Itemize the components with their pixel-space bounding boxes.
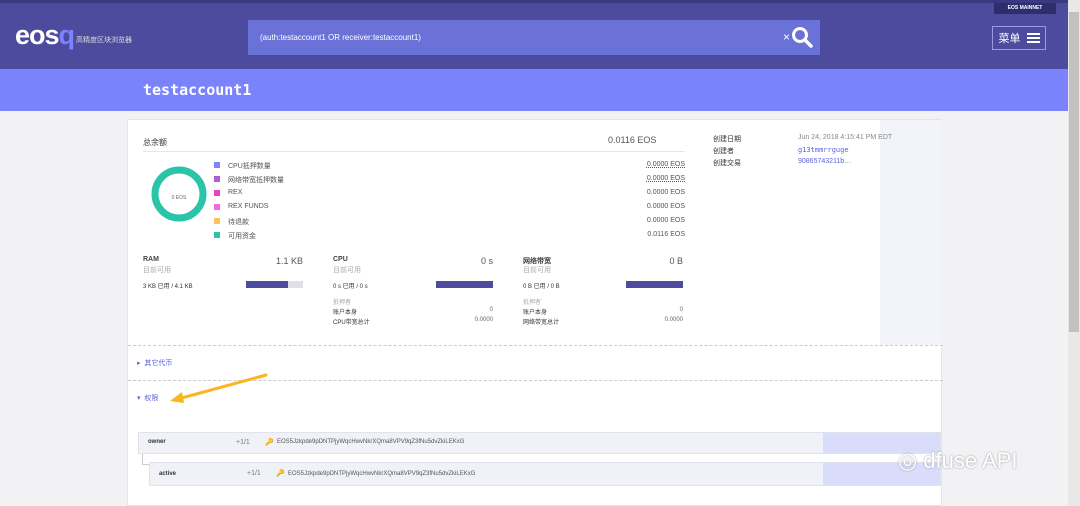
legend-label: CPU抵押数量 <box>228 161 271 171</box>
top-nav: eosq 高精度区块浏览器 (auth:testaccount1 OR rece… <box>0 0 1068 69</box>
ram-available: 1.1 KB <box>243 256 303 266</box>
divider <box>143 151 685 152</box>
legend-swatch <box>214 204 220 210</box>
cpu-self-label: 账户本身 <box>333 307 357 316</box>
annotation-arrow-icon <box>166 372 271 404</box>
net-total-value: 0.0000 <box>633 317 683 323</box>
menu-label: 菜单 <box>999 30 1021 46</box>
clear-search-icon[interactable]: × <box>783 30 790 44</box>
legend-value: 0.0116 EOS <box>608 231 685 238</box>
legend-value: 0.0000 EOS <box>608 217 685 224</box>
logo-accent: q <box>59 20 75 50</box>
net-usage: 0 B 已用 / 0 B <box>523 281 560 290</box>
permission-threshold: +1/1 <box>236 439 250 446</box>
key-icon: 🔑 <box>265 438 274 446</box>
watermark: ◎ dfuse API <box>898 448 1018 474</box>
cpu-total-value: 0.0000 <box>443 317 493 323</box>
net-subtitle: 目前可用 <box>523 265 551 275</box>
permission-key[interactable]: EOS5Jzkpde9pDNTPjyWqcHwvNkrXQma8VPV9qZ3f… <box>288 471 475 477</box>
net-stakers-label: 抵押者 <box>523 297 541 306</box>
menu-button[interactable]: 菜单 <box>992 26 1046 50</box>
permission-row-active: active +1/1 🔑 EOS5Jzkpde9pDNTPjyWqcHwvNk… <box>149 462 941 486</box>
cpu-usage: 0 s 已用 / 0 s <box>333 281 368 290</box>
creator-link[interactable]: g13tmmrrguge <box>798 146 849 154</box>
balance-total: 0.0116 EOS <box>608 135 685 145</box>
permissions-label: 权限 <box>144 395 158 402</box>
legend-swatch <box>214 190 220 196</box>
tokens-toggle[interactable]: ▸ 其它代币 <box>137 358 172 368</box>
creation-tx-label: 创建交易 <box>713 158 741 168</box>
cpu-self-value: 0 <box>443 307 493 313</box>
logo-text: eos <box>15 20 59 50</box>
legend-label: 可用资金 <box>228 231 256 241</box>
net-self-label: 账户本身 <box>523 307 547 316</box>
legend-swatch <box>214 232 220 238</box>
search-icon[interactable] <box>790 25 814 49</box>
net-available: 0 B <box>623 256 683 266</box>
legend-value: 0.0000 EOS <box>608 189 685 196</box>
balance-title: 总余额 <box>143 137 167 148</box>
cpu-subtitle: 目前可用 <box>333 265 361 275</box>
divider <box>128 345 943 346</box>
legend-value: 0.0000 EOS <box>608 203 685 210</box>
legend-swatch <box>214 218 220 224</box>
scrollbar-thumb[interactable] <box>1069 12 1079 332</box>
created-label: 创建日期 <box>713 134 741 144</box>
donut-label: 0 EOS <box>150 195 208 201</box>
permission-threshold: +1/1 <box>247 470 261 477</box>
legend-swatch <box>214 176 220 182</box>
legend-value[interactable]: 0.0000 EOS <box>608 161 685 168</box>
account-card: 总余额 0.0116 EOS 0 EOS CPU抵押数量 0.0000 EOS … <box>127 119 942 506</box>
cpu-stakers-label: 抵押者 <box>333 297 351 306</box>
permission-row-owner: owner +1/1 🔑 EOS5Jzkpde9pDNTPjyWqcHwvNkr… <box>138 432 941 454</box>
permissions-toggle[interactable]: ▾ 权限 <box>137 393 158 403</box>
watermark-text: dfuse API <box>923 448 1017 473</box>
legend-label: REX <box>228 189 242 196</box>
balance-donut <box>150 165 208 223</box>
network-badge[interactable]: EOS MAINNET <box>994 3 1056 14</box>
permission-name: owner <box>148 439 166 445</box>
cpu-usage-bar <box>436 281 493 288</box>
net-usage-bar <box>626 281 683 288</box>
key-icon: 🔑 <box>276 469 285 477</box>
hamburger-icon <box>1027 33 1040 43</box>
permission-name: active <box>159 471 176 477</box>
logo-subtitle: 高精度区块浏览器 <box>76 35 132 45</box>
account-header: testaccount1 <box>0 69 1068 111</box>
creator-label: 创建者 <box>713 146 734 156</box>
legend-label: REX FUNDS <box>228 203 268 210</box>
side-panel <box>880 120 942 345</box>
search-value: (auth:testaccount1 OR receiver:testaccou… <box>260 33 421 42</box>
ram-subtitle: 目前可用 <box>143 265 171 275</box>
legend-label: 网络带宽抵押数量 <box>228 175 284 185</box>
creation-tx-link[interactable]: 90865743211b… <box>798 158 851 165</box>
net-total-label: 网络带宽总计 <box>523 317 559 326</box>
legend-label: 待退款 <box>228 217 249 227</box>
tokens-label: 其它代币 <box>144 360 172 367</box>
scrollbar[interactable] <box>1068 0 1080 506</box>
ram-usage-bar <box>246 281 303 288</box>
logo[interactable]: eosq <box>15 20 74 51</box>
permission-key[interactable]: EOS5Jzkpde9pDNTPjyWqcHwvNkrXQma8VPV9qZ3f… <box>277 439 464 445</box>
legend-value[interactable]: 0.0000 EOS <box>608 175 685 182</box>
ram-usage: 3 KB 已用 / 4.1 KB <box>143 281 193 290</box>
search-input[interactable]: (auth:testaccount1 OR receiver:testaccou… <box>248 20 820 55</box>
net-self-value: 0 <box>633 307 683 313</box>
ram-title: RAM <box>143 256 159 263</box>
cpu-available: 0 s <box>433 256 493 266</box>
cpu-title: CPU <box>333 256 348 263</box>
created-date: Jun 24, 2018 4:15:41 PM EDT <box>798 134 892 141</box>
cpu-total-label: CPU带宽总计 <box>333 317 370 326</box>
page-title: testaccount1 <box>143 81 251 99</box>
legend-swatch <box>214 162 220 168</box>
